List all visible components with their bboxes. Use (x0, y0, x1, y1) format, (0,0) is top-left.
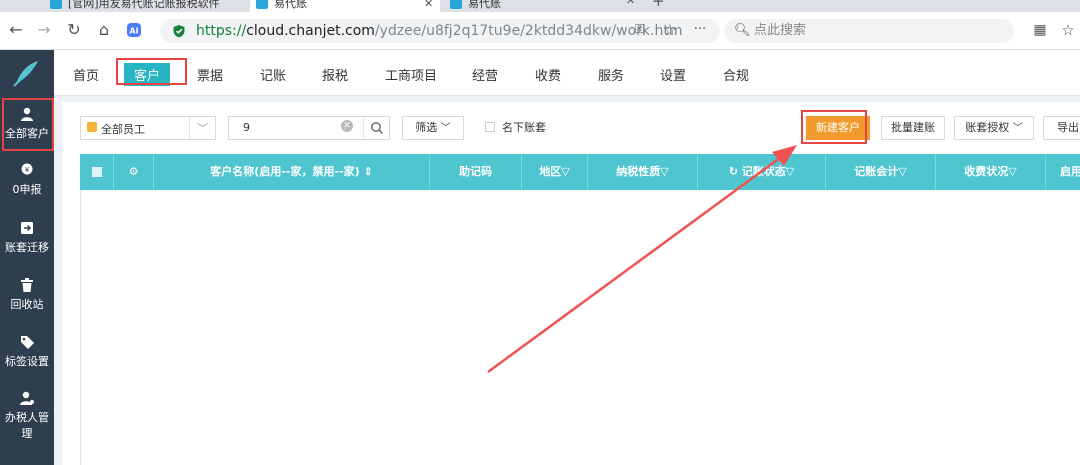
chevron-down-icon: ﹀ (440, 123, 451, 134)
export-button[interactable]: 导出 (1043, 116, 1080, 140)
filter-button[interactable]: 筛选 ﹀ (402, 116, 464, 140)
highlight-box (2, 98, 54, 151)
nav-settings[interactable]: 设置 (660, 65, 686, 84)
filter-icon[interactable]: ▽ (561, 165, 569, 178)
nav-operation[interactable]: 经营 (472, 65, 498, 84)
filter-icon[interactable]: ▽ (786, 165, 794, 178)
highlight-box (801, 110, 867, 144)
nav-home[interactable]: 首页 (73, 65, 99, 84)
sidebar-item-tag-settings[interactable]: 标签设置 (0, 334, 54, 369)
feather-logo-icon (13, 61, 38, 87)
refresh-icon[interactable]: ↻ (729, 165, 738, 178)
col-tax-type[interactable]: 纳税性质▽ (588, 154, 698, 190)
staff-select[interactable]: 全部员工 ﹀ (80, 116, 216, 140)
person-icon (20, 391, 34, 405)
clear-icon[interactable]: ✕ (341, 120, 353, 132)
favicon-icon (50, 0, 62, 9)
svg-text:¥: ¥ (25, 166, 30, 174)
browser-tab[interactable]: [官网]用友易代账记账报税软件 (50, 0, 220, 12)
nav-invoice[interactable]: 票据 (197, 65, 223, 84)
sidebar: 全部客户 ¥ 0申报 账套迁移 回收站 标签设置 办税人管理 (0, 96, 54, 465)
sidebar-item-zero-declare[interactable]: ¥ 0申报 (0, 162, 54, 197)
col-enabled[interactable]: 启用 (1046, 154, 1080, 190)
browser-search-input[interactable]: 🔍︎ 点此搜索 (724, 19, 1014, 43)
nav-service[interactable]: 服务 (598, 65, 624, 84)
nav-compliance[interactable]: 合规 (723, 65, 749, 84)
favicon-icon (256, 0, 268, 9)
secure-shield-icon (173, 25, 185, 38)
close-tab-icon[interactable]: ✕ (626, 0, 635, 7)
customer-panel: 全部员工 ﹀ 9 ✕ 筛选 ﹀ 名下账套 新建客户 批量建账 账套授权 ﹀ 导出 (62, 102, 1080, 465)
chevron-down-icon: ﹀ (1012, 123, 1023, 134)
table-header: ⚙ 客户名称(启用--家，禁用--家) ⇕ 助记码 地区▽ 纳税性质▽ ↻ 记账… (80, 154, 1080, 190)
sidebar-item-tax-person[interactable]: 办税人管理 (0, 390, 54, 441)
sort-icon[interactable]: ⇕ (363, 165, 372, 178)
staff-icon (87, 122, 97, 132)
column-settings-cell[interactable]: ⚙ (114, 154, 154, 190)
home-icon[interactable]: ⌂ (94, 20, 114, 40)
key-icon[interactable]: ⚿ (630, 20, 650, 40)
col-customer-name[interactable]: 客户名称(启用--家，禁用--家) ⇕ (154, 154, 430, 190)
col-accountant[interactable]: 记账会计▽ (826, 154, 936, 190)
new-tab-icon[interactable]: + (652, 0, 665, 10)
url-text: https://cloud.chanjet.com/ydzee/u8fj2q17… (196, 23, 683, 39)
gear-icon[interactable]: ⚙ (129, 165, 139, 178)
svg-text:AI: AI (129, 27, 138, 36)
select-all-checkbox-cell[interactable] (80, 154, 114, 190)
customer-search-input[interactable]: 9 ✕ (228, 116, 390, 140)
close-tab-icon[interactable]: ✕ (424, 0, 433, 10)
col-bookkeeping-status[interactable]: ↻ 记账状态▽ (698, 154, 826, 190)
batch-create-button[interactable]: 批量建账 (881, 116, 945, 140)
app-logo (0, 50, 54, 96)
ai-icon[interactable]: AI (124, 20, 144, 40)
highlight-box (116, 58, 187, 85)
reload-icon[interactable]: ↻ (64, 20, 84, 40)
migrate-icon (21, 222, 33, 234)
account-auth-button[interactable]: 账套授权 ﹀ (954, 116, 1034, 140)
apps-grid-icon[interactable]: ▦ (1030, 20, 1050, 40)
nav-charge[interactable]: 收费 (535, 65, 561, 84)
coin-icon: ¥ (21, 163, 33, 175)
select-all-checkbox[interactable] (91, 167, 102, 177)
trash-icon (21, 278, 33, 292)
nav-business-project[interactable]: 工商项目 (385, 65, 437, 84)
back-icon[interactable]: ← (6, 20, 26, 40)
search-icon[interactable] (370, 121, 384, 135)
nav-bookkeeping[interactable]: 记账 (260, 65, 286, 84)
col-charge-status[interactable]: 收费状况▽ (936, 154, 1046, 190)
filter-icon[interactable]: ▽ (1008, 165, 1016, 178)
browser-tab-active[interactable]: 易代账 ✕ (250, 0, 440, 12)
col-mnemonic[interactable]: 助记码 (430, 154, 522, 190)
filter-icon[interactable]: ▽ (660, 165, 668, 178)
star-icon[interactable]: ☆ (660, 20, 680, 40)
col-region[interactable]: 地区▽ (522, 154, 588, 190)
table-body (80, 190, 1080, 465)
more-icon[interactable]: ··· (690, 20, 710, 40)
sidebar-item-recycle-bin[interactable]: 回收站 (0, 277, 54, 312)
filter-icon[interactable]: ▽ (898, 165, 906, 178)
favicon-icon (450, 0, 462, 9)
nav-tax[interactable]: 报税 (322, 65, 348, 84)
tag-icon (21, 336, 34, 349)
under-name-label: 名下账套 (502, 121, 546, 134)
sidebar-item-account-migration[interactable]: 账套迁移 (0, 220, 54, 255)
browser-address-bar: ← → ↻ ⌂ AI https://cloud.chanjet.com/ydz… (0, 12, 1080, 50)
browser-tab[interactable]: 易代账 (450, 0, 501, 12)
search-icon: 🔍︎ (734, 23, 751, 38)
forward-icon[interactable]: → (34, 20, 54, 40)
browser-tab-bar: [官网]用友易代账记账报税软件 易代账 ✕ 易代账 ✕ + (0, 0, 1080, 12)
main-content: 全部员工 ﹀ 9 ✕ 筛选 ﹀ 名下账套 新建客户 批量建账 账套授权 ﹀ 导出 (54, 96, 1080, 465)
chevron-down-icon: ﹀ (197, 122, 208, 135)
under-name-checkbox[interactable] (485, 122, 495, 132)
app-header: 首页 客户 票据 记账 报税 工商项目 经营 收费 服务 设置 合规 (0, 50, 1080, 96)
bookmark-icon[interactable]: ☆ (1058, 20, 1078, 40)
